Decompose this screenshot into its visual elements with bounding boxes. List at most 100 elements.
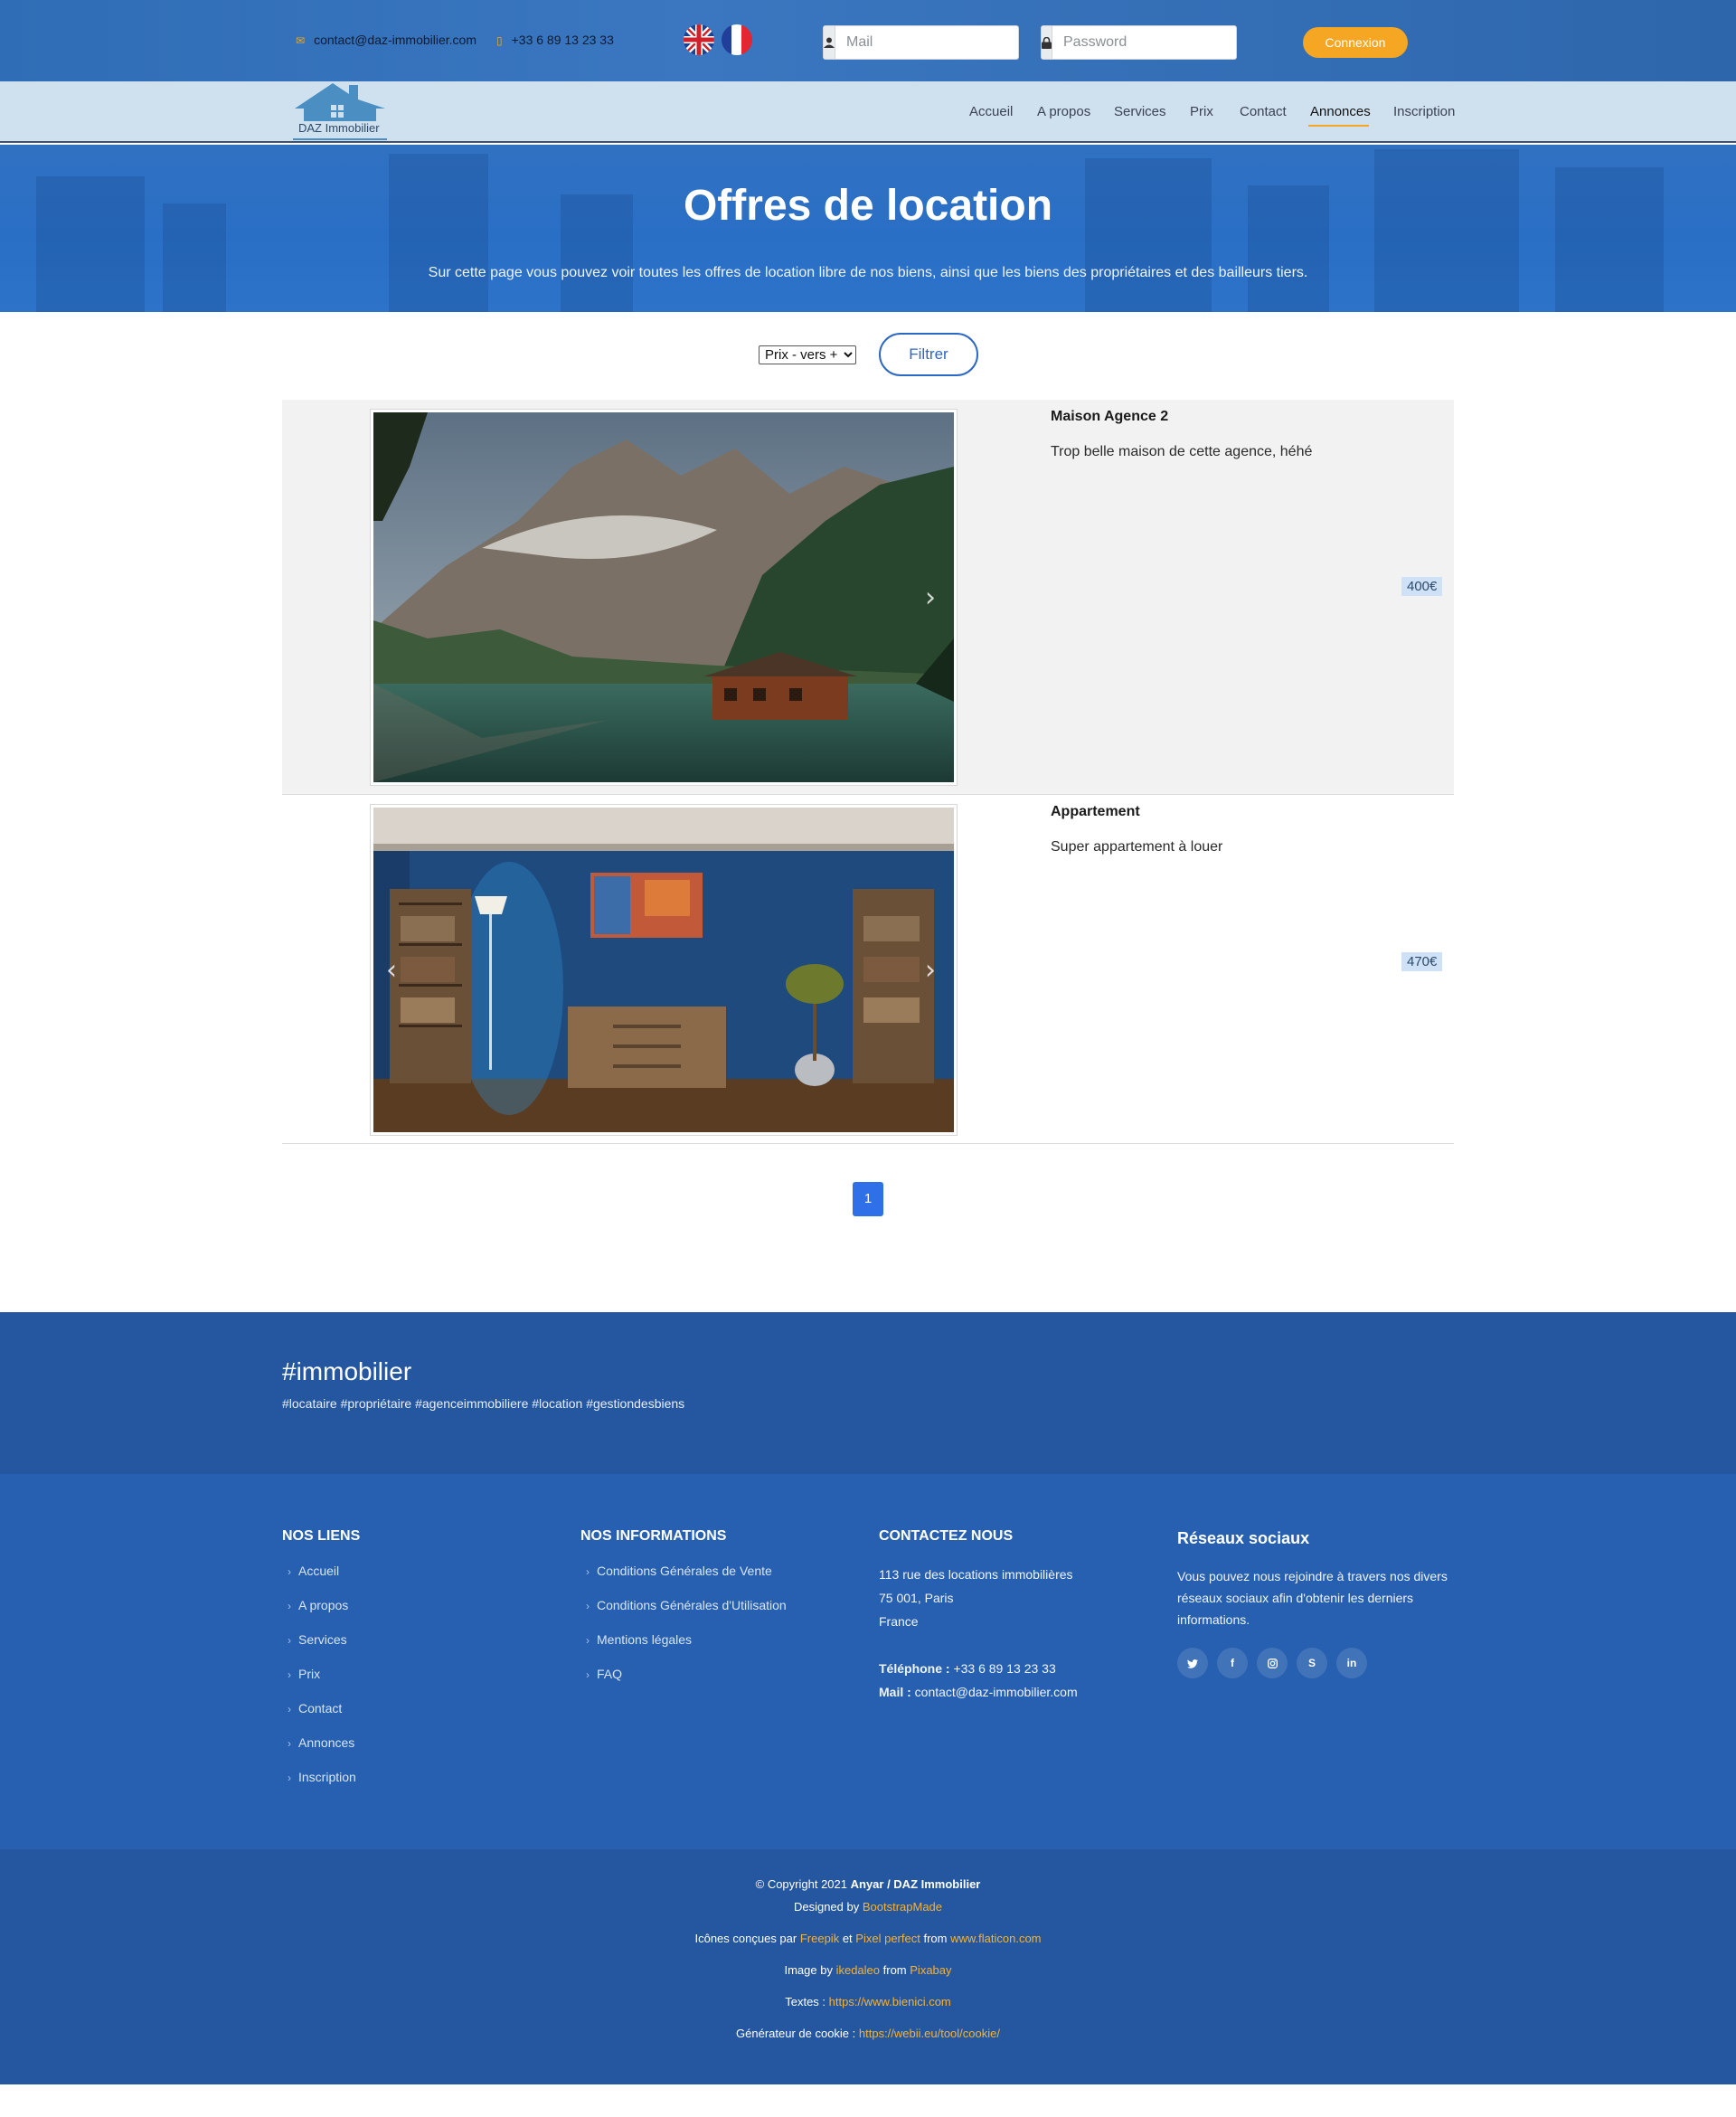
lock-icon — [1042, 26, 1052, 59]
footer-link-faq[interactable]: › FAQ — [586, 1667, 622, 1681]
bienici-link[interactable]: https://www.bienici.com — [829, 1995, 951, 2008]
top-email[interactable]: ✉ contact@daz-immobilier.com — [296, 33, 476, 47]
footer-link-label: Services — [298, 1632, 347, 1647]
twitter-icon[interactable] — [1177, 1648, 1208, 1678]
footer-link-cgu[interactable]: › Conditions Générales d'Utilisation — [586, 1598, 787, 1612]
linkedin-icon[interactable]: in — [1336, 1648, 1367, 1678]
footer-link-annonces[interactable]: › Annonces — [288, 1735, 354, 1750]
ikedaleo-link[interactable]: ikedaleo — [836, 1963, 880, 1977]
uk-flag-icon[interactable] — [684, 24, 714, 55]
chevron-right-icon: › — [586, 1634, 590, 1647]
chevron-right-icon: › — [288, 1737, 291, 1750]
user-icon — [824, 26, 835, 59]
pagination-page-current[interactable]: 1 — [853, 1182, 883, 1216]
footer-link-contact[interactable]: › Contact — [288, 1701, 342, 1715]
footer-link-label: A propos — [298, 1598, 349, 1612]
footer-link-label: Prix — [298, 1667, 321, 1681]
footer-social-text: Vous pouvez nous rejoindre à travers nos… — [1177, 1569, 1448, 1627]
icons-credit-line: Icônes conçues par Freepik et Pixel perf… — [0, 1932, 1736, 1945]
chevron-right-icon: › — [288, 1703, 291, 1715]
footer-phone-label: Téléphone : — [879, 1661, 950, 1676]
footer-address-line1: 113 rue des locations immobilières — [879, 1567, 1073, 1582]
footer-address-line3: France — [879, 1614, 919, 1629]
listing-carousel[interactable]: › — [370, 409, 958, 786]
cookie-generator-link[interactable]: https://webii.eu/tool/cookie/ — [859, 2027, 1000, 2040]
copyright-prefix: © Copyright 2021 — [755, 1877, 847, 1891]
footer-mail: Mail : contact@daz-immobilier.com — [879, 1680, 1078, 1704]
freepik-link[interactable]: Freepik — [800, 1932, 839, 1945]
footer-link-services[interactable]: › Services — [288, 1632, 347, 1647]
footer-link-cgv[interactable]: › Conditions Générales de Vente — [586, 1564, 772, 1578]
bootstrapmade-link[interactable]: BootstrapMade — [863, 1900, 942, 1914]
logo-text: DAZ Immobilier — [298, 121, 380, 135]
chevron-right-icon: › — [586, 1565, 590, 1578]
mobile-phone-icon: ▯ — [496, 34, 503, 47]
footer-link-prix[interactable]: › Prix — [288, 1667, 320, 1681]
carousel-prev-icon[interactable]: ‹ — [386, 954, 397, 986]
designed-by-line: Designed by BootstrapMade — [0, 1900, 1736, 1914]
footer-phone: Téléphone : +33 6 89 13 23 33 — [879, 1657, 1056, 1680]
listing-price: 470€ — [1401, 952, 1443, 971]
chevron-right-icon: › — [288, 1634, 291, 1647]
footer-mail-value[interactable]: contact@daz-immobilier.com — [915, 1685, 1078, 1699]
chevron-right-icon: › — [288, 1668, 291, 1681]
sort-select[interactable]: Prix - vers + — [759, 345, 856, 364]
flaticon-link[interactable]: www.flaticon.com — [950, 1932, 1041, 1945]
footer-link-label: Annonces — [298, 1735, 355, 1750]
chevron-right-icon: › — [586, 1668, 590, 1681]
icons-and-text: et — [842, 1932, 853, 1945]
listing-carousel[interactable]: ‹ › — [370, 804, 958, 1136]
pixel-perfect-link[interactable]: Pixel perfect — [855, 1932, 920, 1945]
footer-link-inscription[interactable]: › Inscription — [288, 1770, 356, 1784]
nav-accueil[interactable]: Accueil — [969, 104, 1013, 119]
footer-link-mentions-legales[interactable]: › Mentions légales — [586, 1632, 692, 1647]
filter-button[interactable]: Filtrer — [879, 333, 978, 376]
listing-title[interactable]: Appartement — [1051, 804, 1140, 820]
top-phone[interactable]: ▯ +33 6 89 13 23 33 — [496, 33, 614, 47]
top-phone-text: +33 6 89 13 23 33 — [511, 33, 614, 47]
carousel-next-icon[interactable]: › — [925, 581, 936, 613]
nav-services[interactable]: Services — [1114, 104, 1166, 119]
copyright-brand: Anyar / DAZ Immobilier — [850, 1877, 981, 1891]
chevron-right-icon: › — [288, 1600, 291, 1612]
footer-link-label: Conditions Générales de Vente — [597, 1564, 772, 1578]
listing-description: Super appartement à louer — [1051, 839, 1223, 855]
nav-annonces[interactable]: Annonces — [1310, 104, 1371, 119]
chevron-right-icon: › — [288, 1772, 291, 1784]
cookie-credit-label: Générateur de cookie : — [736, 2027, 856, 2040]
navbar — [0, 81, 1736, 143]
chevron-right-icon: › — [288, 1565, 291, 1578]
envelope-icon: ✉ — [296, 34, 306, 47]
footer-hashtag-section — [0, 1312, 1736, 1474]
fr-flag-icon[interactable] — [722, 24, 752, 55]
nav-a-propos[interactable]: A propos — [1037, 104, 1090, 119]
nav-prix[interactable]: Prix — [1190, 104, 1213, 119]
footer-link-label: FAQ — [597, 1667, 623, 1681]
footer-links-heading: NOS LIENS — [282, 1528, 361, 1544]
nav-contact[interactable]: Contact — [1240, 104, 1287, 119]
nav-inscription[interactable]: Inscription — [1393, 104, 1455, 119]
site-logo[interactable]: DAZ Immobilier — [291, 81, 389, 141]
listing-title[interactable]: Maison Agence 2 — [1051, 409, 1168, 425]
footer-info-heading: NOS INFORMATIONS — [580, 1528, 727, 1544]
carousel-next-icon[interactable]: › — [925, 954, 936, 986]
facebook-icon[interactable]: f — [1217, 1648, 1248, 1678]
mountain-lake-photo: › — [373, 412, 954, 782]
pixabay-link[interactable]: Pixabay — [910, 1963, 951, 1977]
mail-field[interactable] — [823, 25, 1044, 60]
cookie-credit-line: Générateur de cookie : https://webii.eu/… — [0, 2027, 1736, 2040]
image-credit-line: Image by ikedaleo from Pixabay — [0, 1963, 1736, 1977]
mail-input[interactable] — [835, 26, 1044, 59]
image-credit-label: Image by — [784, 1963, 833, 1977]
login-button[interactable]: Connexion — [1303, 27, 1408, 58]
instagram-icon[interactable] — [1257, 1648, 1288, 1678]
password-field[interactable] — [1041, 25, 1261, 60]
footer-link-a-propos[interactable]: › A propos — [288, 1598, 348, 1612]
logo-underline — [293, 138, 387, 140]
footer-link-accueil[interactable]: › Accueil — [288, 1564, 339, 1578]
listing-card: ‹ › Appartement Super appartement à loue… — [282, 795, 1454, 1144]
password-input[interactable] — [1052, 26, 1261, 59]
skype-icon[interactable]: S — [1297, 1648, 1327, 1678]
copyright-line: © Copyright 2021 Anyar / DAZ Immobilier — [0, 1877, 1736, 1891]
footer-link-label: Contact — [298, 1701, 343, 1715]
